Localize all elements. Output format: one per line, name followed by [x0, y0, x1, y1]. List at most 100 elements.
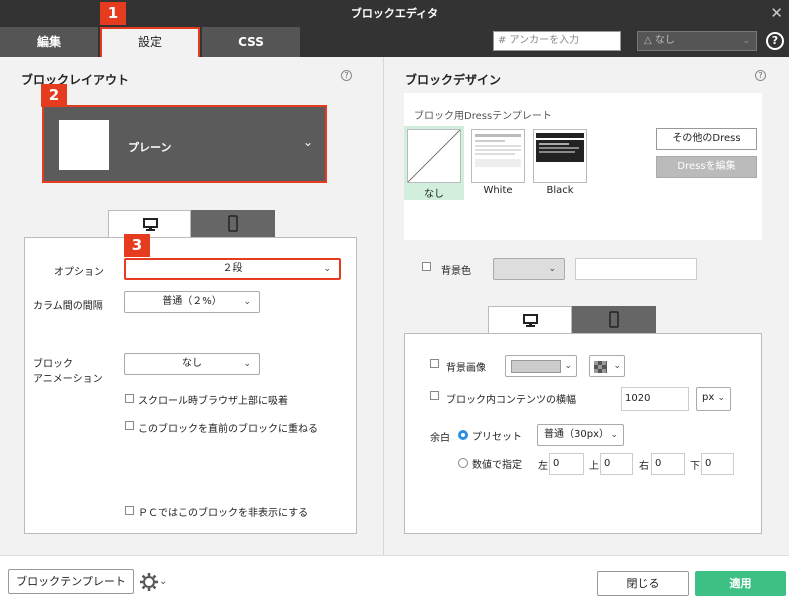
dress-item-none[interactable]: なし: [404, 126, 464, 200]
gap-select[interactable]: 普通（２%） ⌄: [124, 291, 260, 313]
bg-color-select[interactable]: ⌄: [493, 258, 565, 280]
column-divider: [383, 57, 384, 555]
tab-desktop[interactable]: [488, 306, 572, 334]
chevron-down-icon: ⌄: [610, 430, 618, 440]
anchor-input[interactable]: # アンカーを入力: [493, 31, 621, 51]
white-thumbnail: [471, 129, 525, 183]
margin-right-input[interactable]: 0: [651, 453, 685, 475]
preset-select-value: 普通（30px）: [544, 429, 609, 440]
bg-color-checkbox[interactable]: [422, 262, 431, 271]
dress-template-title: ブロック用Dressテンプレート: [414, 111, 552, 122]
dress-item-white[interactable]: White: [468, 126, 528, 200]
hide-pc-label: ＰＣではこのブロックを非表示にする: [138, 508, 309, 519]
callout-badge-1: 1: [100, 2, 126, 25]
option-select[interactable]: ２段 ⌄: [124, 258, 341, 280]
bg-pattern-select[interactable]: ⌄: [589, 355, 625, 377]
block-layout-title: ブロックレイアウト: [21, 73, 130, 87]
mobile-icon: [609, 311, 619, 328]
tab-edit[interactable]: 編集: [0, 27, 98, 57]
margin-top-input[interactable]: 0: [600, 453, 633, 475]
animation-label-line2: アニメーション: [33, 374, 103, 385]
other-dress-button[interactable]: その他のDress: [656, 128, 757, 150]
block-template-button[interactable]: ブロックテンプレート: [8, 569, 134, 594]
chevron-down-icon: ⌄: [243, 359, 251, 369]
gap-label: カラム間の間隔: [33, 301, 103, 312]
bg-image-checkbox[interactable]: [430, 359, 439, 368]
tab-mobile[interactable]: [572, 306, 656, 334]
close-icon[interactable]: ✕: [770, 4, 783, 22]
dress-item-label: White: [483, 185, 513, 196]
preset-radio[interactable]: [458, 430, 468, 440]
content-width-input[interactable]: 1020: [621, 387, 689, 411]
dress-template-panel: ブロック用Dressテンプレート なし White Black その他のDres…: [404, 93, 762, 240]
numeric-radio[interactable]: [458, 458, 468, 468]
margin-bottom-label: 下: [690, 461, 700, 472]
callout-badge-2: 2: [41, 84, 67, 107]
scroll-sticky-checkbox[interactable]: [125, 394, 134, 403]
margin-bottom-input[interactable]: 0: [701, 453, 734, 475]
tab-mobile[interactable]: [191, 210, 275, 238]
help-icon[interactable]: ?: [755, 70, 766, 81]
gear-icon: [140, 573, 158, 591]
overlap-label: このブロックを直前のブロックに重ねる: [138, 424, 318, 435]
none-thumbnail: [407, 129, 461, 183]
preset-select[interactable]: 普通（30px） ⌄: [537, 424, 624, 446]
dress-item-black[interactable]: Black: [530, 126, 590, 200]
margin-left-input[interactable]: 0: [549, 453, 584, 475]
help-icon[interactable]: ?: [341, 70, 352, 81]
margin-right-label: 右: [639, 461, 649, 472]
chevron-down-icon: ⌄: [613, 361, 621, 371]
style-select-value: なし: [654, 35, 675, 46]
bg-color-label: 背景色: [441, 266, 471, 277]
block-design-title: ブロックデザイン: [405, 73, 502, 87]
unit-select-value: px: [702, 392, 715, 403]
style-icon: △: [644, 35, 655, 46]
content-width-checkbox[interactable]: [430, 391, 439, 400]
animation-label-line1: ブロック: [33, 359, 73, 370]
help-icon[interactable]: ?: [766, 32, 784, 50]
layout-options-panel: [24, 237, 357, 534]
black-thumbnail: [533, 129, 587, 183]
overlap-checkbox[interactable]: [125, 421, 134, 430]
chevron-down-icon: ⌄: [717, 393, 725, 403]
layout-select[interactable]: プレーン ⌄: [42, 105, 327, 183]
preset-label: プリセット: [472, 432, 522, 443]
unit-select[interactable]: px ⌄: [696, 387, 731, 411]
bg-image-select[interactable]: ⌄: [505, 355, 577, 377]
tab-css[interactable]: CSS: [202, 27, 300, 57]
chevron-down-icon: ⌄: [742, 36, 750, 46]
bg-image-swatch: [511, 360, 561, 373]
desktop-icon: [523, 314, 538, 327]
margin-left-label: 左: [538, 461, 548, 472]
animation-select[interactable]: なし ⌄: [124, 353, 260, 375]
settings-menu[interactable]: ⌄: [139, 572, 169, 592]
pattern-icon: [594, 361, 607, 373]
chevron-down-icon: ⌄: [323, 264, 331, 274]
chevron-down-icon: ⌄: [548, 264, 556, 274]
edit-dress-button[interactable]: Dressを編集: [656, 156, 757, 178]
hide-pc-checkbox[interactable]: [125, 506, 134, 515]
animation-select-value: なし: [182, 358, 202, 369]
bg-color-input[interactable]: [575, 258, 697, 280]
chevron-down-icon: ⌄: [564, 361, 572, 371]
mobile-icon: [228, 215, 238, 232]
desktop-icon: [143, 218, 158, 231]
bg-image-label: 背景画像: [446, 363, 486, 374]
numeric-label: 数値で指定: [472, 460, 522, 471]
apply-button[interactable]: 適用: [695, 571, 786, 596]
chevron-down-icon: ⌄: [243, 297, 251, 307]
gap-select-value: 普通（２%）: [162, 296, 222, 307]
chevron-down-icon: ⌄: [159, 576, 168, 587]
layout-thumbnail: [59, 120, 109, 170]
callout-badge-3: 3: [124, 234, 150, 257]
option-label: オプション: [54, 267, 104, 278]
close-button[interactable]: 閉じる: [597, 571, 689, 596]
dress-item-label: Black: [546, 185, 574, 196]
chevron-down-icon: ⌄: [302, 135, 313, 149]
tab-settings[interactable]: 設定: [100, 27, 200, 57]
style-select[interactable]: △ なし ⌄: [637, 31, 757, 51]
content-width-label: ブロック内コンテンツの横幅: [446, 395, 576, 406]
margin-top-label: 上: [589, 461, 599, 472]
layout-select-value: プレーン: [128, 141, 172, 154]
margin-label: 余白: [430, 433, 450, 444]
